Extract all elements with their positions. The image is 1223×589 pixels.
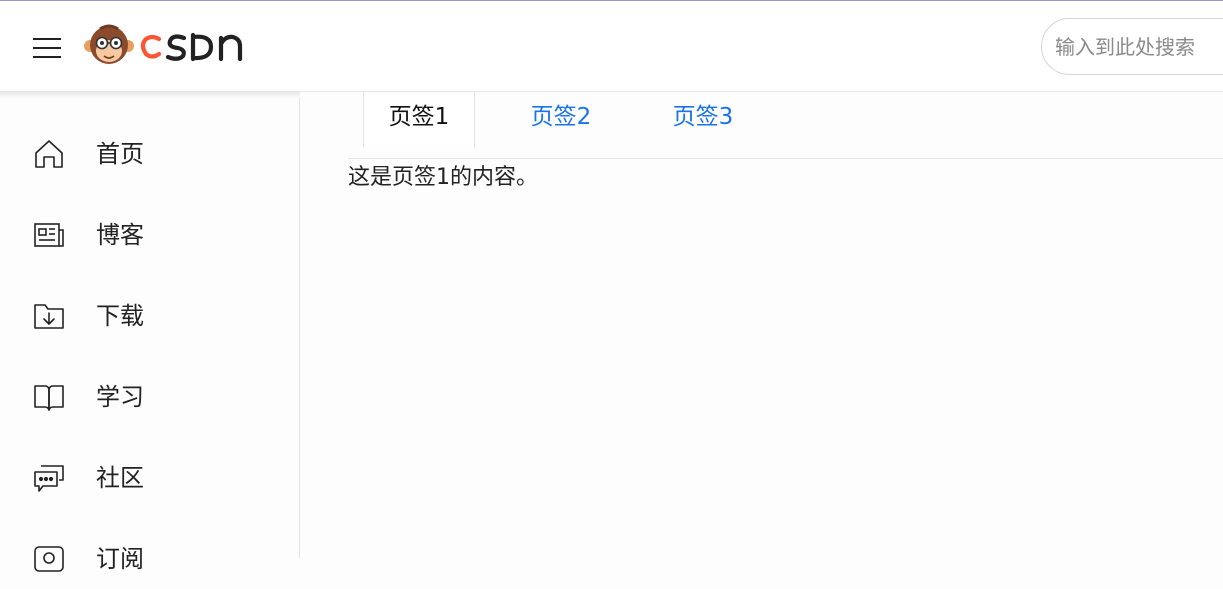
header-shadow bbox=[0, 92, 300, 98]
home-icon bbox=[35, 140, 63, 168]
subscribe-icon bbox=[34, 546, 64, 572]
download-icon bbox=[34, 304, 64, 329]
sidebar-item-home[interactable]: 首页 bbox=[0, 124, 300, 184]
tab-1[interactable]: 页签1 bbox=[363, 92, 475, 147]
sidebar-item-label: 社区 bbox=[96, 464, 144, 492]
sidebar-item-label: 订阅 bbox=[96, 545, 144, 573]
top-header bbox=[0, 1, 1223, 92]
sidebar-item-community[interactable]: 社区 bbox=[0, 448, 300, 508]
community-icon bbox=[34, 465, 64, 492]
csdn-logo[interactable] bbox=[80, 21, 250, 71]
sidebar-item-blog[interactable]: 博客 bbox=[0, 205, 300, 265]
sidebar-item-label: 学习 bbox=[96, 383, 144, 411]
tab-bar: 页签1 页签2 页签3 bbox=[348, 92, 1223, 159]
sidebar-item-label: 首页 bbox=[96, 140, 144, 168]
blog-icon bbox=[34, 223, 64, 247]
sidebar-item-subscribe[interactable]: 订阅 bbox=[0, 529, 300, 589]
sidebar-item-label: 下载 bbox=[96, 302, 144, 330]
tab-3[interactable]: 页签3 bbox=[660, 92, 746, 147]
search-input[interactable] bbox=[1041, 18, 1223, 75]
menu-line bbox=[33, 38, 61, 40]
hamburger-menu-button[interactable] bbox=[33, 34, 63, 60]
tab-content: 这是页签1的内容。 bbox=[348, 165, 538, 190]
sidebar-item-download[interactable]: 下载 bbox=[0, 286, 300, 346]
tab-2[interactable]: 页签2 bbox=[518, 92, 604, 147]
monkey-mascot-icon bbox=[84, 24, 134, 64]
sidebar-nav: 首页 博客 下载 学习 社区 订阅 bbox=[0, 92, 300, 573]
menu-line bbox=[33, 56, 61, 58]
sidebar-item-learn[interactable]: 学习 bbox=[0, 367, 300, 427]
csdn-wordmark bbox=[140, 32, 243, 62]
sidebar-item-label: 博客 bbox=[96, 221, 144, 249]
menu-line bbox=[33, 47, 61, 49]
book-icon bbox=[34, 385, 64, 411]
